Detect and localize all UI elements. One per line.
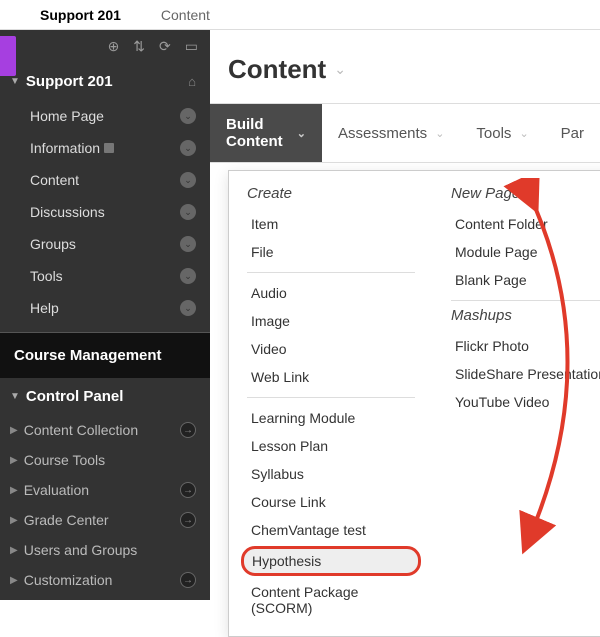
reorder-icon[interactable]: ⇅	[133, 38, 145, 55]
mashup-slideshare[interactable]: SlideShare Presentation	[451, 360, 600, 388]
control-panel-header[interactable]: ▼Control Panel	[0, 378, 210, 415]
arrow-right-icon[interactable]: →	[180, 512, 196, 528]
create-course-link[interactable]: Course Link	[247, 488, 415, 516]
arrow-right-icon[interactable]: →	[180, 482, 196, 498]
arrow-right-icon[interactable]: →	[180, 572, 196, 588]
sidebar-item-home-page[interactable]: Home Page⌄	[0, 100, 210, 132]
cp-evaluation[interactable]: ▶Evaluation→	[0, 475, 210, 505]
create-learning-module[interactable]: Learning Module	[247, 404, 415, 432]
sidebar-item-information[interactable]: Information⌄	[0, 132, 210, 164]
chevron-down-icon: ⌄	[435, 127, 444, 140]
divider	[247, 397, 415, 398]
course-sidebar: ⊕ ⇅ ⟳ ▭ ▼ Support 201 ⌂ Home Page⌄ Inform…	[0, 30, 210, 600]
cp-course-tools[interactable]: ▶Course Tools	[0, 445, 210, 475]
create-file[interactable]: File	[247, 238, 415, 266]
partner-button[interactable]: Par	[545, 104, 600, 162]
create-lesson-plan[interactable]: Lesson Plan	[247, 432, 415, 460]
create-syllabus[interactable]: Syllabus	[247, 460, 415, 488]
course-title-row[interactable]: ▼ Support 201 ⌂	[0, 63, 210, 100]
divider	[451, 300, 600, 301]
create-group-title: Create	[247, 185, 415, 202]
action-bar: Build Content⌄ Assessments⌄ Tools⌄ Par	[210, 103, 600, 163]
cp-grade-center[interactable]: ▶Grade Center→	[0, 505, 210, 535]
chevron-down-icon[interactable]: ⌄	[180, 172, 196, 188]
breadcrumb-root[interactable]: Support 201	[40, 7, 121, 23]
breadcrumb: Support 201 Content	[0, 0, 600, 30]
newpage-content-folder[interactable]: Content Folder	[451, 210, 600, 238]
create-web-link[interactable]: Web Link	[247, 363, 415, 391]
sidebar-item-discussions[interactable]: Discussions⌄	[0, 196, 210, 228]
sidebar-item-help[interactable]: Help⌄	[0, 292, 210, 324]
chevron-down-icon[interactable]: ⌄	[180, 300, 196, 316]
divider	[247, 272, 415, 273]
assessments-button[interactable]: Assessments⌄	[322, 104, 460, 162]
create-hypothesis[interactable]: Hypothesis	[241, 546, 421, 576]
sidebar-item-tools[interactable]: Tools⌄	[0, 260, 210, 292]
mashup-flickr[interactable]: Flickr Photo	[451, 332, 600, 360]
chevron-down-icon[interactable]: ⌄	[180, 140, 196, 156]
create-chemvantage-test[interactable]: ChemVantage test	[247, 516, 415, 544]
build-content-button[interactable]: Build Content⌄	[210, 104, 322, 162]
sidebar-item-content[interactable]: Content⌄	[0, 164, 210, 196]
mashups-group-title: Mashups	[451, 307, 600, 324]
course-management-header: Course Management	[0, 332, 210, 378]
course-title: Support 201	[26, 73, 113, 90]
add-icon[interactable]: ⊕	[108, 38, 120, 55]
arrow-right-icon[interactable]: →	[180, 422, 196, 438]
cp-content-collection[interactable]: ▶Content Collection→	[0, 415, 210, 445]
newpage-blank-page[interactable]: Blank Page	[451, 266, 600, 294]
sidebar-item-groups[interactable]: Groups⌄	[0, 228, 210, 260]
chevron-down-icon[interactable]: ⌄	[334, 61, 346, 78]
page-title-row: Content ⌄	[210, 30, 600, 103]
new-page-group-title: New Page	[451, 185, 600, 202]
folder-icon[interactable]: ▭	[185, 38, 198, 55]
create-video[interactable]: Video	[247, 335, 415, 363]
chevron-down-icon[interactable]: ⌄	[180, 108, 196, 124]
home-icon[interactable]: ⌂	[188, 74, 196, 89]
dropdown-create-column: Create Item File Audio Image Video Web L…	[229, 185, 433, 622]
caret-right-icon: ▶	[10, 425, 18, 436]
chevron-down-icon[interactable]: ⌄	[180, 236, 196, 252]
tools-button[interactable]: Tools⌄	[460, 104, 544, 162]
caret-right-icon: ▶	[10, 485, 18, 496]
chevron-down-icon: ⌄	[297, 127, 306, 140]
cp-customization[interactable]: ▶Customization→	[0, 565, 210, 595]
refresh-icon[interactable]: ⟳	[159, 38, 171, 55]
build-content-dropdown: Create Item File Audio Image Video Web L…	[228, 170, 600, 637]
newpage-module-page[interactable]: Module Page	[451, 238, 600, 266]
chevron-down-icon: ⌄	[519, 127, 528, 140]
chevron-down-icon[interactable]: ⌄	[180, 204, 196, 220]
create-image[interactable]: Image	[247, 307, 415, 335]
sidebar-toolbar: ⊕ ⇅ ⟳ ▭	[0, 30, 210, 63]
caret-right-icon: ▶	[10, 455, 18, 466]
caret-down-icon: ▼	[10, 76, 20, 87]
create-item[interactable]: Item	[247, 210, 415, 238]
caret-right-icon: ▶	[10, 515, 18, 526]
sidebar-collapse-tab[interactable]	[0, 36, 16, 76]
create-content-package-scorm[interactable]: Content Package (SCORM)	[247, 578, 415, 622]
caret-right-icon: ▶	[10, 545, 18, 556]
page-title: Content	[228, 54, 326, 85]
caret-right-icon: ▶	[10, 575, 18, 586]
dropdown-right-column: New Page Content Folder Module Page Blan…	[433, 185, 600, 622]
mashup-youtube[interactable]: YouTube Video	[451, 388, 600, 416]
info-badge-icon	[104, 143, 114, 153]
create-audio[interactable]: Audio	[247, 279, 415, 307]
breadcrumb-current[interactable]: Content	[161, 7, 210, 23]
caret-down-icon: ▼	[10, 391, 20, 402]
content-area: Content ⌄ Build Content⌄ Assessments⌄ To…	[210, 30, 600, 600]
cp-users-and-groups[interactable]: ▶Users and Groups	[0, 535, 210, 565]
chevron-down-icon[interactable]: ⌄	[180, 268, 196, 284]
